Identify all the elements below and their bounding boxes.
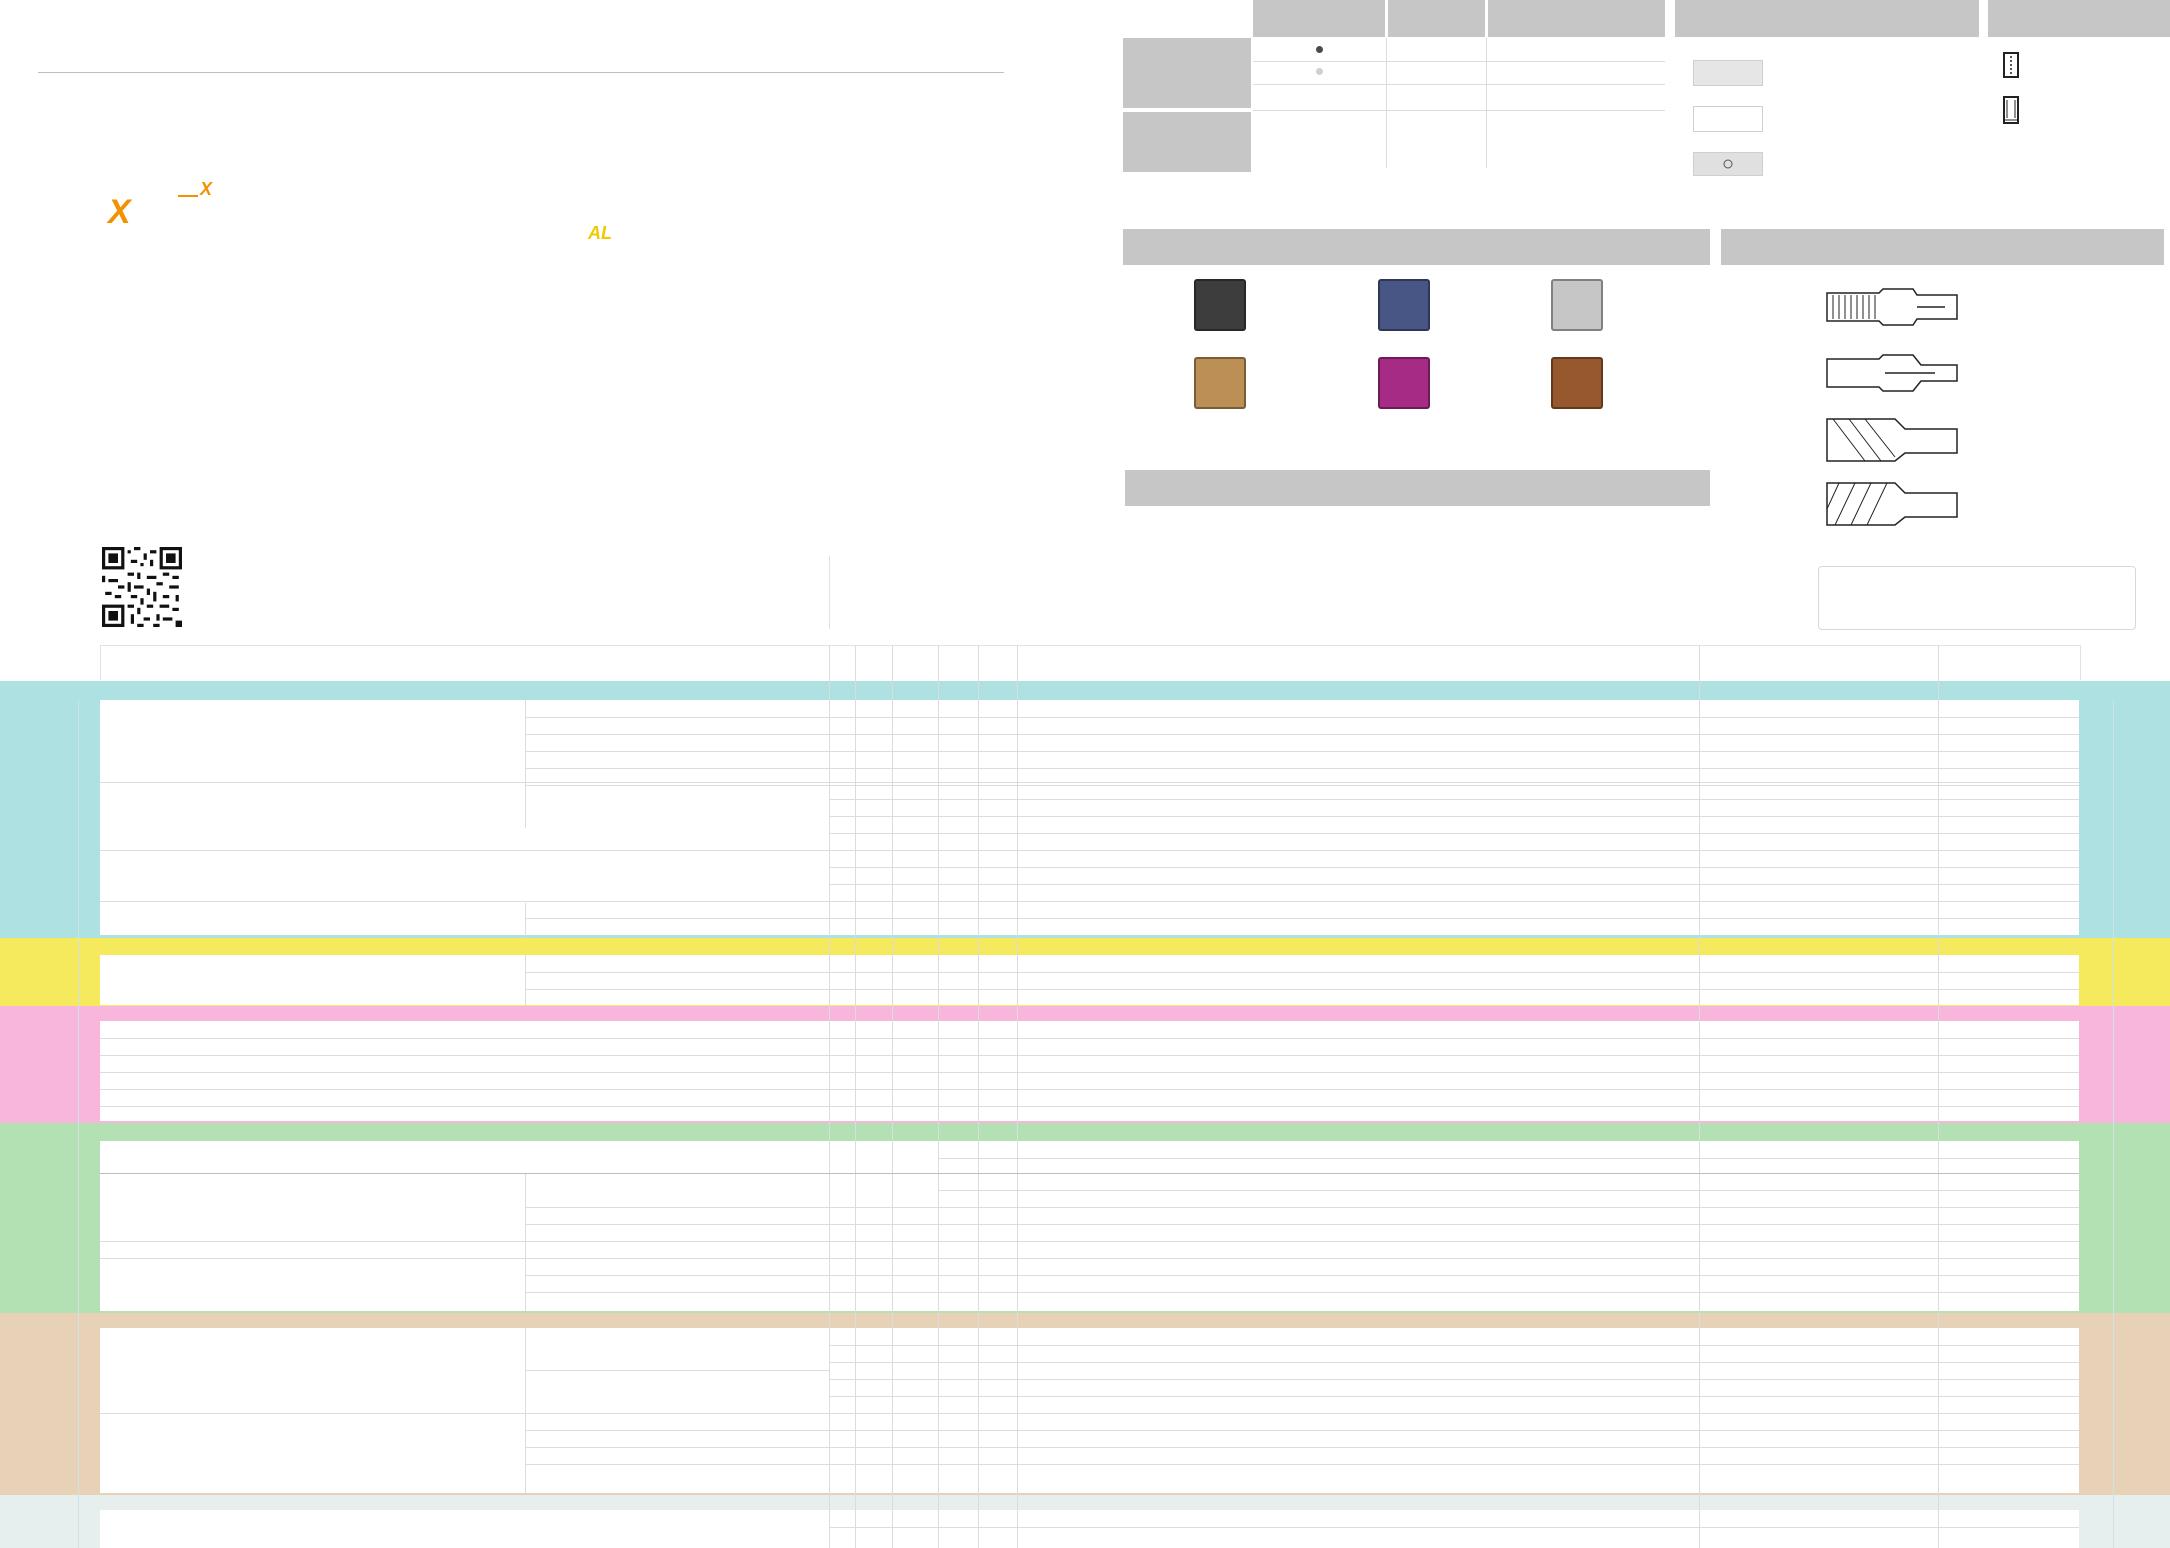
table-row-line bbox=[525, 717, 2079, 718]
tap-straight-flute-icon bbox=[1826, 288, 1958, 526]
table-col-line bbox=[525, 1173, 526, 1311]
coating-swatch-dark bbox=[1194, 279, 1246, 331]
legend-col-header-1 bbox=[1253, 0, 1385, 37]
coating-swatch-bronze bbox=[1194, 357, 1246, 409]
coolant-external-icon bbox=[2002, 96, 2020, 124]
table-row-line bbox=[100, 1241, 2079, 1242]
right-col-header-2 bbox=[1988, 0, 2170, 37]
section-body-green bbox=[100, 1141, 2079, 1311]
section-body-lightgray bbox=[100, 1510, 2079, 1548]
header-rule bbox=[38, 72, 1004, 73]
table-row-line bbox=[829, 833, 2079, 834]
table-col-line bbox=[525, 1328, 526, 1493]
table-row-line bbox=[525, 768, 2079, 769]
coating-swatch-copper bbox=[1551, 357, 1603, 409]
legend-row-header-1 bbox=[1123, 38, 1251, 108]
table-row-line bbox=[525, 918, 2079, 919]
table-row-line bbox=[100, 1106, 2079, 1107]
legend-grid-line bbox=[1253, 110, 1665, 111]
section-body-yellow bbox=[100, 955, 2079, 1005]
coating-swatch-gray bbox=[1551, 279, 1603, 331]
section-body-cyan bbox=[100, 700, 2079, 935]
logo-mark-primary: X bbox=[108, 193, 131, 231]
table-row-line bbox=[100, 901, 2079, 902]
tool-type-icons bbox=[1825, 285, 1969, 530]
legend-table bbox=[1123, 0, 1665, 172]
table-row-line bbox=[829, 1527, 2079, 1528]
table-row-line bbox=[525, 1430, 2079, 1431]
table-row-line bbox=[525, 1292, 2079, 1293]
product-table bbox=[0, 645, 2170, 1548]
table-row-line bbox=[525, 972, 2079, 973]
legend-row-header-2 bbox=[1123, 112, 1251, 172]
table-row-line bbox=[525, 1370, 829, 1371]
table-col-line bbox=[2113, 700, 2114, 1548]
legend-col-header-3 bbox=[1488, 0, 1665, 37]
table-row-line bbox=[100, 1072, 2079, 1073]
table-row-line bbox=[829, 1379, 2079, 1380]
pointer-icon bbox=[1723, 159, 1733, 169]
table-col-line bbox=[78, 700, 79, 1548]
legend-col-header-2 bbox=[1388, 0, 1485, 37]
table-row-line bbox=[525, 1275, 2079, 1276]
table-row-line bbox=[829, 1345, 2079, 1346]
table-row-line bbox=[525, 1464, 2079, 1465]
table-row-line bbox=[525, 1224, 2079, 1225]
table-row-line bbox=[100, 782, 2079, 783]
table-row-line bbox=[100, 850, 2079, 851]
divider-vertical bbox=[829, 556, 830, 629]
table-row-line bbox=[938, 1158, 2079, 1159]
legend-grid-line bbox=[1253, 84, 1665, 85]
rating-dot-light-icon bbox=[1316, 68, 1323, 75]
legend-grid-line bbox=[1486, 38, 1487, 168]
coating-swatch-blue bbox=[1378, 279, 1430, 331]
table-row-line bbox=[829, 867, 2079, 868]
table-row-line bbox=[100, 1413, 2079, 1414]
symbol-box-outline bbox=[1693, 106, 1763, 132]
table-row-line bbox=[100, 1173, 2079, 1174]
table-col-line bbox=[525, 903, 526, 938]
logo-underline bbox=[178, 195, 198, 197]
symbol-box-icon bbox=[1693, 152, 1763, 176]
table-row-line bbox=[100, 1055, 2079, 1056]
coating-legend-header bbox=[1123, 229, 1710, 265]
coating-swatch-magenta bbox=[1378, 357, 1430, 409]
table-row-line bbox=[525, 1207, 2079, 1208]
rating-dot-filled-icon bbox=[1316, 46, 1323, 53]
table-row-line bbox=[100, 1038, 2079, 1039]
table-row-line bbox=[829, 799, 2079, 800]
right-col-header-1 bbox=[1675, 0, 1979, 37]
legend-grid-line bbox=[1253, 61, 1665, 62]
table-row-line bbox=[525, 734, 2079, 735]
table-row-line bbox=[525, 751, 2079, 752]
section-body-tan bbox=[100, 1328, 2079, 1493]
empty-note-box bbox=[1818, 566, 2136, 630]
table-row-line bbox=[525, 989, 2079, 990]
coolant-through-icon bbox=[2002, 52, 2020, 78]
brand-logo: X X AL bbox=[100, 175, 660, 255]
table-row-line bbox=[525, 785, 2079, 786]
table-row-line bbox=[938, 1190, 2079, 1191]
table-col-line bbox=[525, 955, 526, 1005]
tooltype-legend-header bbox=[1721, 229, 2164, 265]
table-row-line bbox=[525, 1447, 2079, 1448]
table-col-line bbox=[525, 700, 526, 828]
logo-mark-secondary: X bbox=[200, 179, 213, 199]
table-row-line bbox=[829, 1396, 2079, 1397]
table-row-line bbox=[100, 1258, 2079, 1259]
table-header-row bbox=[100, 645, 2081, 680]
legend-grid-line bbox=[1386, 38, 1387, 168]
table-row-line bbox=[829, 816, 2079, 817]
qr-code-icon[interactable] bbox=[102, 547, 182, 627]
logo-mark-al: AL bbox=[588, 223, 612, 243]
table-row-line bbox=[100, 1089, 2079, 1090]
table-row-line bbox=[829, 1362, 2079, 1363]
table-row-line bbox=[829, 884, 2079, 885]
material-legend-header bbox=[1125, 470, 1710, 506]
symbol-box-filled bbox=[1693, 60, 1763, 86]
